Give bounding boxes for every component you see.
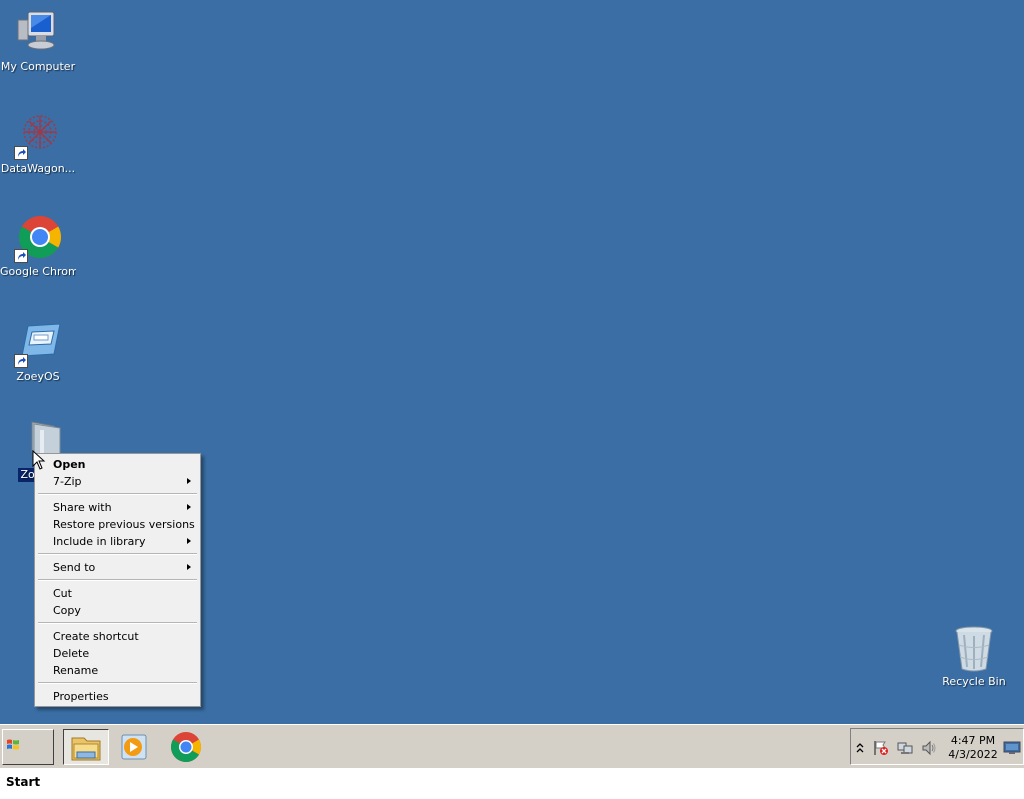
menu-item-label: Properties [53, 690, 109, 703]
taskbar-file-explorer[interactable] [63, 729, 109, 765]
zoeyos-icon [14, 320, 62, 368]
chrome-icon [14, 215, 62, 263]
windows-logo-icon [6, 731, 20, 765]
show-hidden-icons-chevron[interactable] [856, 739, 864, 758]
menu-item-cut[interactable]: Cut [38, 585, 197, 602]
menu-separator [38, 553, 197, 555]
media-player-icon [113, 734, 157, 767]
menu-item-delete[interactable]: Delete [38, 645, 197, 662]
menu-item-label: Send to [53, 561, 96, 574]
desktop: My Computer DataWagon... Google Chrom Zo… [0, 0, 1024, 724]
menu-item-label: Cut [53, 587, 72, 600]
computer-icon [14, 10, 62, 58]
datawagon-icon [14, 112, 62, 160]
show-desktop-icon[interactable] [1003, 740, 1021, 759]
submenu-arrow-icon [187, 538, 191, 544]
action-center-flag-icon[interactable] [873, 740, 889, 760]
recycle-bin-icon [950, 625, 998, 673]
network-icon[interactable] [897, 740, 913, 760]
shortcut-arrow-icon [14, 354, 28, 368]
submenu-arrow-icon [187, 564, 191, 570]
desktop-icon-google-chrome[interactable]: Google Chrome [0, 215, 76, 279]
menu-item-label: Restore previous versions [53, 518, 195, 531]
desktop-icon-label: DataWagon... [0, 162, 76, 175]
menu-item-create-shortcut[interactable]: Create shortcut [38, 628, 197, 645]
menu-separator [38, 493, 197, 495]
menu-item-label: Create shortcut [53, 630, 139, 643]
submenu-arrow-icon [187, 478, 191, 484]
system-tray: 4:47 PM 4/3/2022 [850, 728, 1024, 765]
menu-item-copy[interactable]: Copy [38, 602, 197, 619]
menu-item-label: Include in library [53, 535, 146, 548]
menu-item-label: Copy [53, 604, 81, 617]
menu-item-label: Rename [53, 664, 99, 677]
clock[interactable]: 4:47 PM 4/3/2022 [943, 734, 1003, 762]
menu-item-label: 7-Zip [53, 475, 82, 488]
shortcut-arrow-icon [14, 249, 28, 263]
taskbar-chrome[interactable] [163, 729, 209, 765]
desktop-icon-my-computer[interactable]: My Computer [0, 10, 76, 74]
desktop-icon-datawagon[interactable]: DataWagon... [0, 112, 76, 176]
chrome-icon [163, 732, 207, 767]
menu-item-send-to[interactable]: Send to [38, 559, 197, 576]
menu-item-label: Delete [53, 647, 90, 660]
mouse-cursor-icon [32, 449, 46, 474]
taskbar-media-player[interactable] [113, 729, 159, 765]
desktop-icon-zoeyos[interactable]: ZoeyOS [0, 320, 76, 384]
shortcut-arrow-icon [14, 146, 28, 160]
menu-separator [38, 682, 197, 684]
clock-time: 4:47 PM [950, 734, 996, 747]
desktop-icon-label: ZoeyOS [16, 370, 60, 383]
start-button[interactable]: Start [2, 729, 54, 789]
start-label: Start [6, 774, 41, 789]
submenu-arrow-icon [187, 504, 191, 510]
menu-item-label: Open [53, 458, 86, 471]
menu-item-include-in-library[interactable]: Include in library [38, 533, 197, 550]
menu-item-properties[interactable]: Properties [38, 688, 197, 705]
desktop-icon-label: Google Chrome [0, 265, 76, 278]
menu-item-open[interactable]: Open [38, 456, 197, 473]
menu-separator [38, 579, 197, 581]
desktop-icon-label: My Computer [0, 60, 76, 73]
file-explorer-icon [64, 737, 108, 768]
taskbar: Start 4:47 PM 4/3/2022 [0, 724, 1024, 789]
desktop-icon-label: Recycle Bin [942, 675, 1006, 688]
menu-item-rename[interactable]: Rename [38, 662, 197, 679]
context-menu: Open 7-Zip Share with Restore previous v… [34, 453, 201, 707]
volume-icon[interactable] [921, 740, 937, 760]
menu-separator [38, 622, 197, 624]
menu-item-restore-previous-versions[interactable]: Restore previous versions [38, 516, 197, 533]
menu-item-label: Share with [53, 501, 112, 514]
desktop-icon-recycle-bin[interactable]: Recycle Bin [936, 625, 1012, 689]
menu-item-share-with[interactable]: Share with [38, 499, 197, 516]
clock-date: 4/3/2022 [948, 748, 998, 761]
menu-item-7zip[interactable]: 7-Zip [38, 473, 197, 490]
